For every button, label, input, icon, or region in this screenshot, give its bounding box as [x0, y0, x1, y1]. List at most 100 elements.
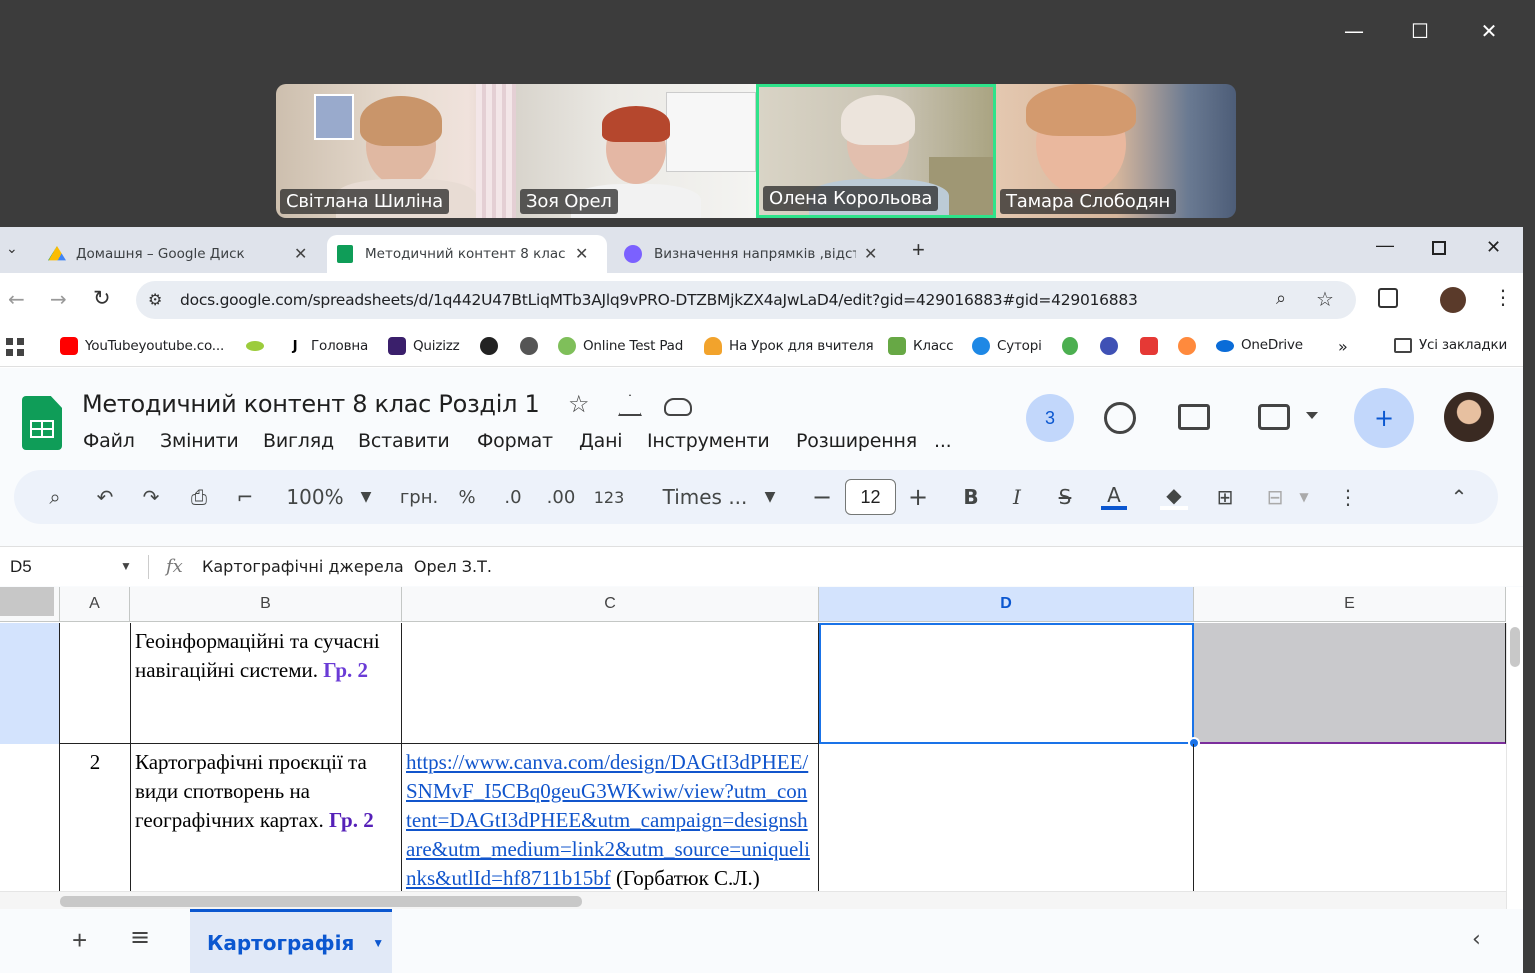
cell-d-selected[interactable]	[819, 623, 1194, 744]
fill-color-icon[interactable]: ◆	[1156, 470, 1192, 524]
browser-menu-icon[interactable]: ⋮	[1493, 285, 1513, 309]
menu-edit[interactable]: Змінити	[160, 430, 239, 452]
bookmark-item[interactable]	[1178, 337, 1203, 355]
row-header[interactable]	[0, 744, 59, 909]
bookmark-naurok[interactable]: На Урок для вчителя	[704, 337, 874, 355]
more-options-icon[interactable]: ⋮	[1334, 470, 1362, 524]
minimize-button[interactable]: —	[1334, 14, 1374, 48]
increase-decimal-button[interactable]: .00	[544, 470, 578, 524]
zoom-icon[interactable]: ⌕	[1276, 288, 1286, 309]
column-header-b[interactable]: B	[130, 587, 402, 622]
participant-tile[interactable]: Тамара Слободян	[996, 84, 1236, 218]
profile-avatar[interactable]	[1440, 287, 1466, 313]
comments-icon[interactable]	[1178, 404, 1210, 430]
horizontal-scrollbar[interactable]	[0, 891, 1506, 909]
browser-maximize-icon[interactable]	[1432, 241, 1446, 255]
maximize-button[interactable]: ☐	[1400, 14, 1440, 48]
horizontal-scroll-thumb[interactable]	[60, 896, 582, 907]
column-header-a[interactable]: A	[60, 587, 130, 622]
menu-tools[interactable]: Інструменти	[647, 430, 770, 452]
bookmark-star-icon[interactable]: ☆	[1316, 287, 1334, 311]
column-header-d[interactable]: D	[819, 587, 1194, 622]
merge-cells-icon[interactable]: ⊟	[1260, 470, 1290, 524]
bookmark-item[interactable]	[246, 337, 271, 351]
menu-view[interactable]: Вигляд	[263, 430, 334, 452]
paint-format-icon[interactable]: ⌐	[230, 470, 260, 524]
move-to-drive-icon[interactable]	[618, 394, 642, 416]
font-dropdown-icon[interactable]: ▼	[758, 470, 782, 524]
bookmark-item[interactable]	[1100, 337, 1125, 355]
collaborator-count-badge[interactable]: 3	[1026, 394, 1074, 442]
borders-icon[interactable]: ⊞	[1210, 470, 1240, 524]
percent-format-button[interactable]: %	[452, 470, 482, 524]
undo-icon[interactable]: ↶	[90, 470, 120, 524]
close-tab-icon[interactable]: ✕	[575, 244, 588, 264]
bookmark-item[interactable]	[1062, 337, 1085, 355]
bookmark-item[interactable]	[520, 337, 545, 355]
cell-e[interactable]	[1194, 744, 1506, 909]
font-size-input[interactable]: 12	[845, 479, 896, 515]
tab-directions[interactable]: Визначення напрямків ,відстан ✕	[616, 235, 896, 273]
close-tab-icon[interactable]: ✕	[294, 244, 307, 264]
select-all-corner[interactable]	[0, 587, 60, 622]
column-header-e[interactable]: E	[1194, 587, 1506, 622]
column-header-c[interactable]: C	[402, 587, 819, 622]
bookmark-item[interactable]	[1140, 337, 1165, 355]
font-family-select[interactable]: Times ...	[658, 470, 752, 524]
menu-data[interactable]: Дані	[579, 430, 623, 452]
document-title[interactable]: Методичний контент 8 клас Розділ 1	[82, 390, 540, 418]
name-box-dropdown-icon[interactable]: ▼	[120, 559, 132, 573]
all-sheets-icon[interactable]: ≡	[130, 923, 150, 951]
bookmark-youtube[interactable]: YouTubeyoutube.co...	[60, 337, 224, 355]
bookmark-sutori[interactable]: Суторі	[972, 337, 1042, 355]
back-icon[interactable]: ←	[8, 287, 25, 311]
share-button[interactable]: +	[1354, 388, 1414, 448]
bookmark-onlinetestpad[interactable]: Online Test Pad	[558, 337, 683, 355]
cloud-status-icon[interactable]	[664, 398, 692, 416]
italic-button[interactable]: I	[1004, 470, 1030, 524]
more-bookmarks-button[interactable]: »	[1338, 337, 1348, 356]
more-formats-button[interactable]: 123	[592, 470, 626, 524]
meet-camera-icon[interactable]	[1258, 404, 1290, 430]
explore-collapse-icon[interactable]: ‹	[1472, 927, 1481, 952]
new-tab-button[interactable]: +	[912, 237, 925, 263]
tab-search-icon[interactable]: ⌄	[6, 241, 18, 257]
cell-c[interactable]	[401, 623, 819, 744]
zoom-select[interactable]: 100%	[280, 470, 350, 524]
menu-insert[interactable]: Вставити	[358, 430, 450, 452]
tab-google-drive[interactable]: Домашня – Google Диск ✕	[40, 235, 320, 273]
extensions-icon[interactable]	[1378, 288, 1398, 308]
url-omnibox[interactable]: ⚙ docs.google.com/spreadsheets/d/1q442U4…	[136, 281, 1356, 319]
collapse-toolbar-icon[interactable]: ⌃	[1444, 470, 1474, 524]
bookmark-klass[interactable]: Класс	[888, 337, 954, 355]
print-icon[interactable]: ⎙	[184, 470, 214, 524]
vertical-scrollbar[interactable]	[1506, 623, 1523, 909]
redo-icon[interactable]: ↷	[136, 470, 166, 524]
decrease-decimal-button[interactable]: .0	[496, 470, 530, 524]
decrease-font-size-button[interactable]: −	[808, 470, 836, 524]
strikethrough-icon[interactable]: S	[1052, 470, 1078, 524]
zoom-dropdown-icon[interactable]: ▼	[354, 470, 378, 524]
site-settings-icon[interactable]: ⚙	[148, 290, 162, 309]
close-button[interactable]: ✕	[1469, 14, 1509, 48]
menu-more[interactable]: ...	[934, 430, 952, 452]
account-avatar[interactable]	[1444, 392, 1494, 442]
participant-tile[interactable]: Світлана Шиліна	[276, 84, 516, 218]
close-tab-icon[interactable]: ✕	[864, 244, 877, 264]
tab-sheets[interactable]: Методичний контент 8 клас Ро ✕	[327, 235, 607, 273]
menu-file[interactable]: Файл	[83, 430, 135, 452]
formula-input[interactable]: Картографічні джерела Орел З.Т.	[202, 557, 492, 576]
cell-a[interactable]	[59, 623, 131, 744]
forward-icon[interactable]: →	[50, 287, 67, 311]
participant-tile-active[interactable]: Олена Корольова	[756, 84, 996, 218]
participant-tile[interactable]: Зоя Орел	[516, 84, 756, 218]
browser-close-icon[interactable]: ✕	[1486, 237, 1501, 258]
star-icon[interactable]: ☆	[568, 390, 590, 418]
name-box[interactable]: D5	[10, 557, 32, 577]
merge-dropdown-icon[interactable]: ▼	[1294, 470, 1314, 524]
apps-grid-icon[interactable]	[6, 338, 24, 356]
menu-format[interactable]: Формат	[477, 430, 553, 452]
bookmark-onedrive[interactable]: OneDrive	[1216, 337, 1303, 353]
bookmark-golovna[interactable]: J Головна	[286, 337, 368, 355]
meet-dropdown-icon[interactable]	[1306, 412, 1318, 419]
